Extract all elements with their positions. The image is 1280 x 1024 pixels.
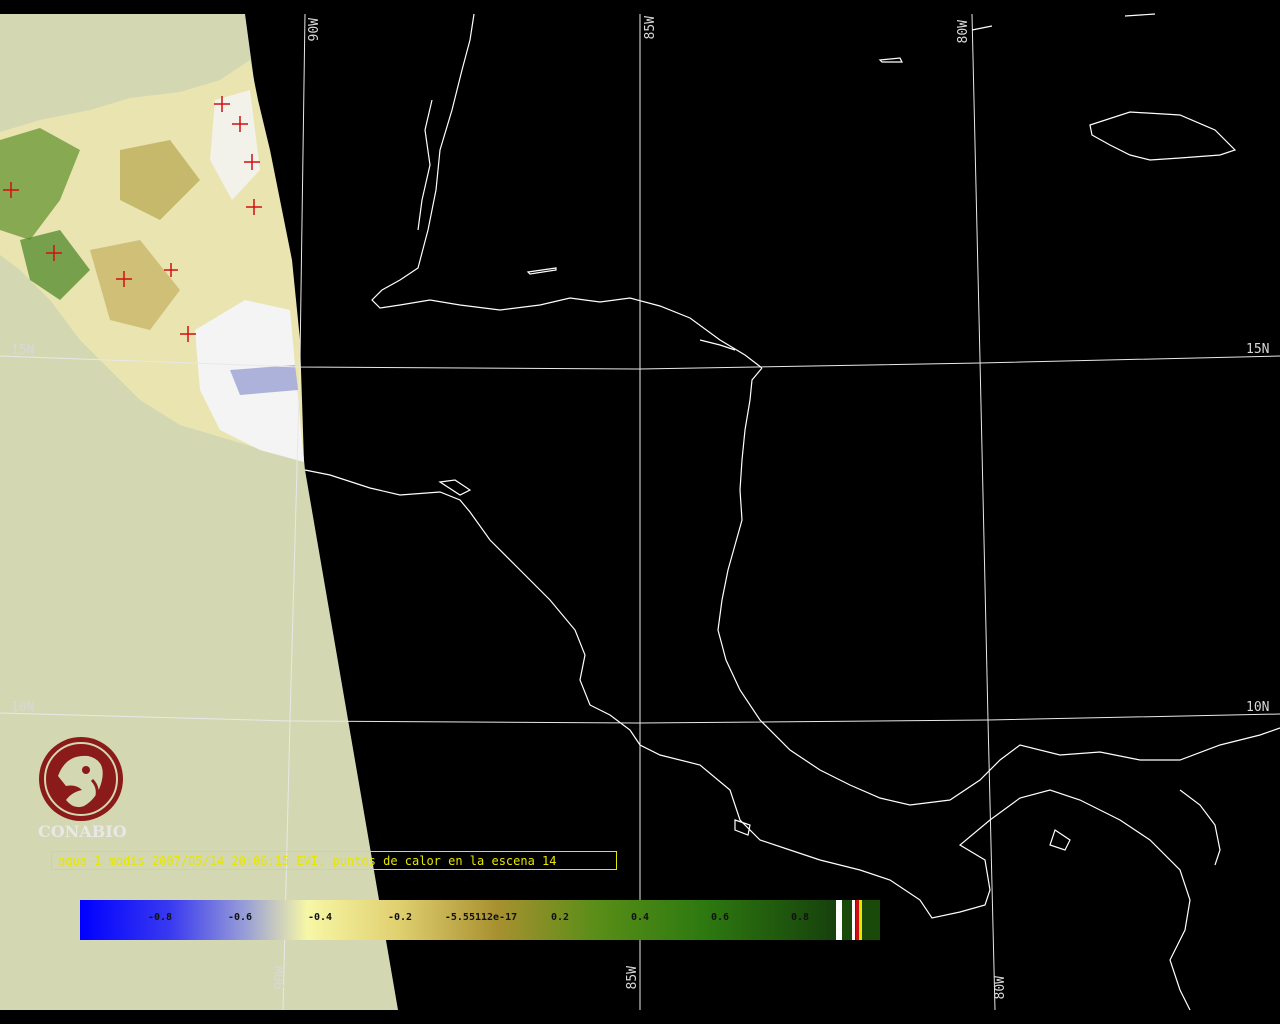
conabio-macaw-logo-icon [39,737,123,821]
lon-label-80w-bottom: 80W [993,976,1008,1000]
colorbar-tick: -0.2 [387,912,413,923]
colorbar-tick: -0.8 [147,912,173,923]
lon-label-90w-top: 90W [307,18,322,42]
scene-caption: aqua-1 modis 2007/05/14 20:06:15 EVI, pu… [51,851,617,870]
lat-label-15n-left: 15N [11,343,35,358]
colorbar-tick: 0.6 [710,912,730,923]
map-canvas [0,0,1280,1024]
colorbar-tick: -0.4 [307,912,333,923]
lon-label-85w-top: 85W [643,16,658,40]
lat-label-10n-left: 10N [11,700,35,715]
lon-label-85w-bottom: 85W [625,966,640,990]
colorbar-tick: -5.55112e-17 [444,912,518,923]
lon-label-80w-top: 80W [956,20,971,44]
colorbar-tick: 0.2 [550,912,570,923]
colorbar-tick: 0.4 [630,912,650,923]
lat-label-10n-right: 10N [1246,700,1270,715]
colorbar-tick: 0.8 [790,912,810,923]
colorbar-tick: -0.6 [227,912,253,923]
lat-label-15n-right: 15N [1246,342,1270,357]
conabio-logo-text: CONABIO [38,822,127,841]
lon-label-90w-bottom: 90W [273,966,288,990]
